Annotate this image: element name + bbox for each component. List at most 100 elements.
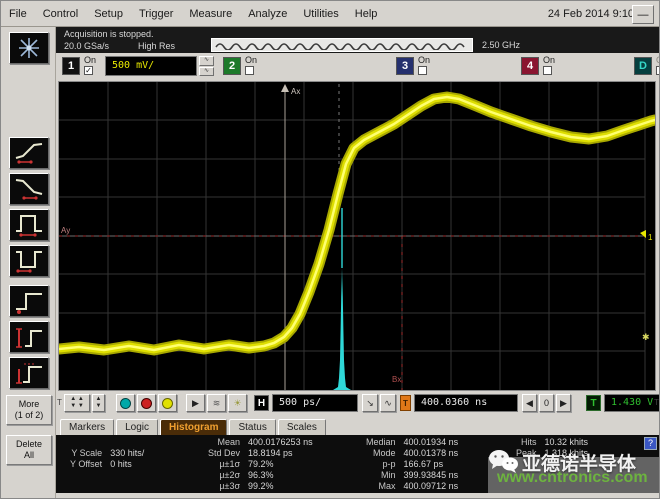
more-button[interactable]: More (1 of 2): [6, 395, 52, 425]
channel-1-scale-field[interactable]: 500 mV/: [105, 56, 197, 76]
vamplitude-measure-button[interactable]: [9, 321, 49, 353]
tab-logic[interactable]: Logic: [116, 419, 158, 435]
channel-2-checkbox[interactable]: [245, 66, 254, 75]
marker-color-red-button[interactable]: [137, 394, 156, 412]
delete-all-button[interactable]: Delete All: [6, 435, 52, 465]
max-label: Max: [366, 481, 396, 491]
marker-color-teal-button[interactable]: [116, 394, 135, 412]
ax-marker-label[interactable]: Ax: [291, 87, 300, 96]
sun-icon: ☀: [233, 398, 241, 409]
mode-label: Mode: [366, 448, 396, 458]
fall-time-measure-button[interactable]: [9, 173, 49, 205]
run-control-button[interactable]: ▶: [186, 394, 205, 412]
channel-2-button[interactable]: 2: [223, 57, 241, 75]
timebase-scale-field[interactable]: 500 ps/: [272, 394, 358, 412]
channel-3-on: On: [418, 55, 440, 75]
tab-scales[interactable]: Scales: [278, 419, 326, 435]
bx-marker-label[interactable]: Bx: [392, 375, 401, 384]
positive-pulse-icon: [14, 212, 44, 238]
position-right-button[interactable]: ▶: [556, 394, 571, 412]
tab-histogram[interactable]: Histogram: [160, 419, 227, 435]
left-toolbar: More (1 of 2) Delete All: [1, 27, 56, 499]
step-top-icon: [14, 360, 44, 386]
channel-1-scale-spinner[interactable]: ∿ ∿: [199, 56, 214, 76]
bottom-strip: [56, 493, 660, 499]
zoom-in-wave-button[interactable]: ∿: [380, 394, 396, 412]
max-value: 400.09712 ns: [404, 481, 459, 491]
channel-4-button[interactable]: 4: [521, 57, 539, 75]
right-trigger-tick: T: [654, 398, 659, 407]
status-bar: Acquisition is stopped. 20.0 GSa/s High …: [56, 27, 660, 53]
overshoot-measure-button[interactable]: [9, 285, 49, 317]
red-circle-icon: [141, 398, 152, 409]
sigma2-label: µ±2σ: [208, 470, 240, 480]
mode-value: 400.01378 ns: [404, 448, 459, 458]
channel-1-button[interactable]: 1: [62, 57, 80, 75]
menu-utilities[interactable]: Utilities: [303, 8, 338, 20]
stddev-label: Std Dev: [208, 448, 240, 458]
neg-width-measure-button[interactable]: [9, 245, 49, 277]
level-marker-2[interactable]: ✱: [642, 332, 650, 342]
trigger-position-marker[interactable]: T: [400, 395, 411, 411]
position-zero-button[interactable]: 0: [539, 394, 554, 412]
pp-value: 166.67 ps: [404, 459, 459, 469]
fall-edge-icon: [14, 176, 44, 202]
menu-control[interactable]: Control: [43, 8, 78, 20]
level-marker-1[interactable]: 1: [648, 233, 653, 242]
intensity-button[interactable]: ☀: [228, 394, 247, 412]
stats-column-1: Mean 400.0176253 ns Std Dev 18.8194 ps µ…: [208, 437, 313, 491]
menu-trigger[interactable]: Trigger: [139, 8, 173, 20]
channel-bar: 1 On ✓ 500 mV/ ∿ ∿ 2 On 3 On 4 On D On: [56, 53, 660, 81]
menu-file[interactable]: File: [9, 8, 27, 20]
horizontal-position-field[interactable]: 400.0360 ns: [414, 394, 518, 412]
channel-1-checkbox[interactable]: ✓: [84, 66, 93, 75]
spinner-down-icon[interactable]: ∿: [199, 67, 214, 77]
marker-color-yellow-button[interactable]: [158, 394, 177, 412]
position-left-button[interactable]: ◀: [522, 394, 537, 412]
spinner-up-icon[interactable]: ∿: [199, 56, 214, 66]
channel-4-checkbox[interactable]: [543, 66, 552, 75]
y-scale-value[interactable]: 330 hits/: [110, 448, 144, 458]
trigger-level-field[interactable]: 1.430 V: [604, 394, 660, 412]
rise-time-measure-button[interactable]: [9, 137, 49, 169]
minimize-button[interactable]: —: [632, 5, 654, 24]
channel-3-checkbox[interactable]: [418, 66, 427, 75]
sample-rate: 20.0 GSa/s: [64, 41, 109, 51]
channel-3-button[interactable]: 3: [396, 57, 414, 75]
sigma1-label: µ±1σ: [208, 459, 240, 469]
menu-help[interactable]: Help: [355, 8, 378, 20]
preview-waveform-icon: [214, 40, 468, 50]
zoom-out-wave-button[interactable]: ↘: [362, 394, 378, 412]
help-button[interactable]: ?: [644, 437, 657, 450]
channel-d-checkbox[interactable]: [656, 66, 660, 75]
rise-edge-icon: [14, 140, 44, 166]
tab-status[interactable]: Status: [229, 419, 275, 435]
delete-all-sub-label: All: [24, 450, 34, 460]
menu-analyze[interactable]: Analyze: [248, 8, 287, 20]
pan-pad-button[interactable]: ▲ ▲ ▼ ▼: [64, 394, 90, 412]
autoscale-star-button[interactable]: [9, 32, 49, 64]
pan-down-icon: ▼ ▼: [70, 403, 84, 410]
waveform-preview[interactable]: [211, 38, 473, 52]
y-offset-label: Y Offset: [70, 459, 102, 469]
spin-down-icon: ▼: [96, 403, 102, 410]
spin-up-icon: ▲: [96, 396, 102, 403]
overlay-waveforms-button[interactable]: ≋: [207, 394, 226, 412]
more-label: More: [19, 399, 40, 409]
play-icon: ▶: [192, 398, 199, 409]
menu-setup[interactable]: Setup: [94, 8, 123, 20]
mean-value: 400.0176253 ns: [248, 437, 313, 447]
mean-label: Mean: [208, 437, 240, 447]
waveform-display[interactable]: Ay Bx Ax 1 ✱: [58, 81, 656, 391]
vtop-measure-button[interactable]: [9, 357, 49, 389]
fine-spinner-button[interactable]: ▲ ▼: [92, 394, 105, 412]
sigma3-label: µ±3σ: [208, 481, 240, 491]
horizontal-menu-button[interactable]: H: [254, 395, 269, 411]
pos-width-measure-button[interactable]: [9, 209, 49, 241]
y-offset-value[interactable]: 0 hits: [110, 459, 144, 469]
channel-d-button[interactable]: D: [634, 57, 652, 75]
menu-measure[interactable]: Measure: [189, 8, 232, 20]
ay-marker-label[interactable]: Ay: [61, 226, 70, 235]
tab-markers[interactable]: Markers: [60, 419, 114, 435]
trigger-menu-button[interactable]: T: [586, 395, 601, 411]
